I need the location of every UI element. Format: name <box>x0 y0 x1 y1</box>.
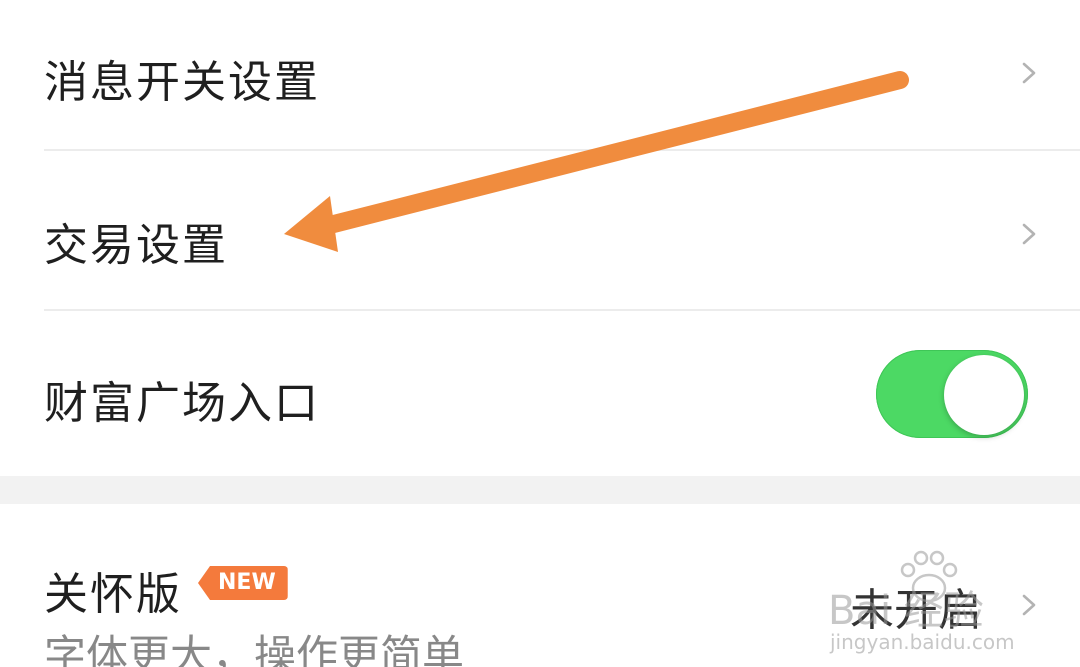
section-separator <box>0 476 1080 504</box>
settings-row-label: 财富广场入口 <box>44 378 320 429</box>
chevron-right-icon <box>1022 62 1036 84</box>
settings-page: 消息开关设置 交易设置 财富广场入口 关怀版 NEW 未开启 字体更大，操作更简… <box>0 0 1080 667</box>
settings-row-message-switch[interactable]: 消息开关设置 <box>0 0 1080 150</box>
care-mode-label: 关怀版 <box>44 569 182 620</box>
toggle-knob <box>944 355 1024 435</box>
settings-row-label: 交易设置 <box>44 220 228 271</box>
care-mode-status: 未开启 <box>850 585 982 636</box>
settings-row-label: 消息开关设置 <box>44 57 320 108</box>
wealth-square-toggle[interactable] <box>876 350 1028 438</box>
chevron-right-icon <box>1022 594 1036 616</box>
settings-row-trade[interactable]: 交易设置 <box>0 151 1080 309</box>
care-mode-subtitle: 字体更大，操作更简单 <box>44 631 465 667</box>
chevron-right-icon <box>1022 223 1036 245</box>
new-badge: NEW <box>198 566 288 600</box>
